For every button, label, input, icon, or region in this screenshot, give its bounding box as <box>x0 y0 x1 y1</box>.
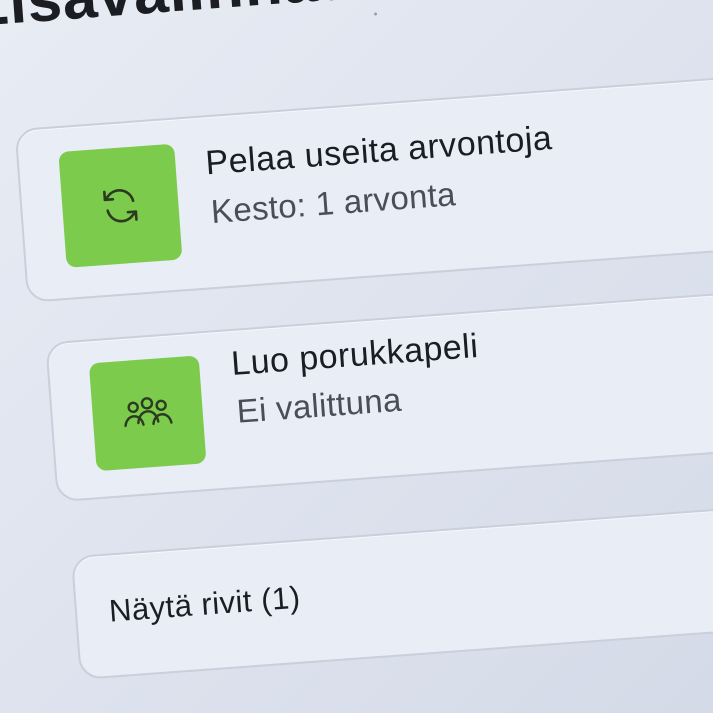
group-game-title: Luo porukkapeli <box>229 326 480 383</box>
content-layer: Lisävalinnat Pelaa useita arvontoja Kest… <box>0 0 713 711</box>
multi-draw-duration: Kesto: 1 arvonta <box>209 175 457 231</box>
multi-draw-icon-tile <box>58 143 183 268</box>
group-icon <box>124 397 173 428</box>
repeat-icon <box>103 189 138 223</box>
screen-speck <box>373 12 378 16</box>
page-title: Lisävalinnat <box>0 0 342 41</box>
phone-screen: Lisävalinnat Pelaa useita arvontoja Kest… <box>0 0 713 713</box>
multi-draw-title: Pelaa useita arvontoja <box>204 118 554 183</box>
group-game-icon-tile <box>88 355 207 472</box>
show-rows-label: Näytä rivit (1) <box>107 579 302 629</box>
group-game-option[interactable]: Luo porukkapeli Ei valittuna <box>45 286 713 503</box>
multi-draw-option[interactable]: Pelaa useita arvontoja Kesto: 1 arvonta <box>14 73 713 303</box>
show-rows-button[interactable]: Näytä rivit (1) <box>70 500 713 680</box>
group-game-status: Ei valittuna <box>235 380 403 430</box>
